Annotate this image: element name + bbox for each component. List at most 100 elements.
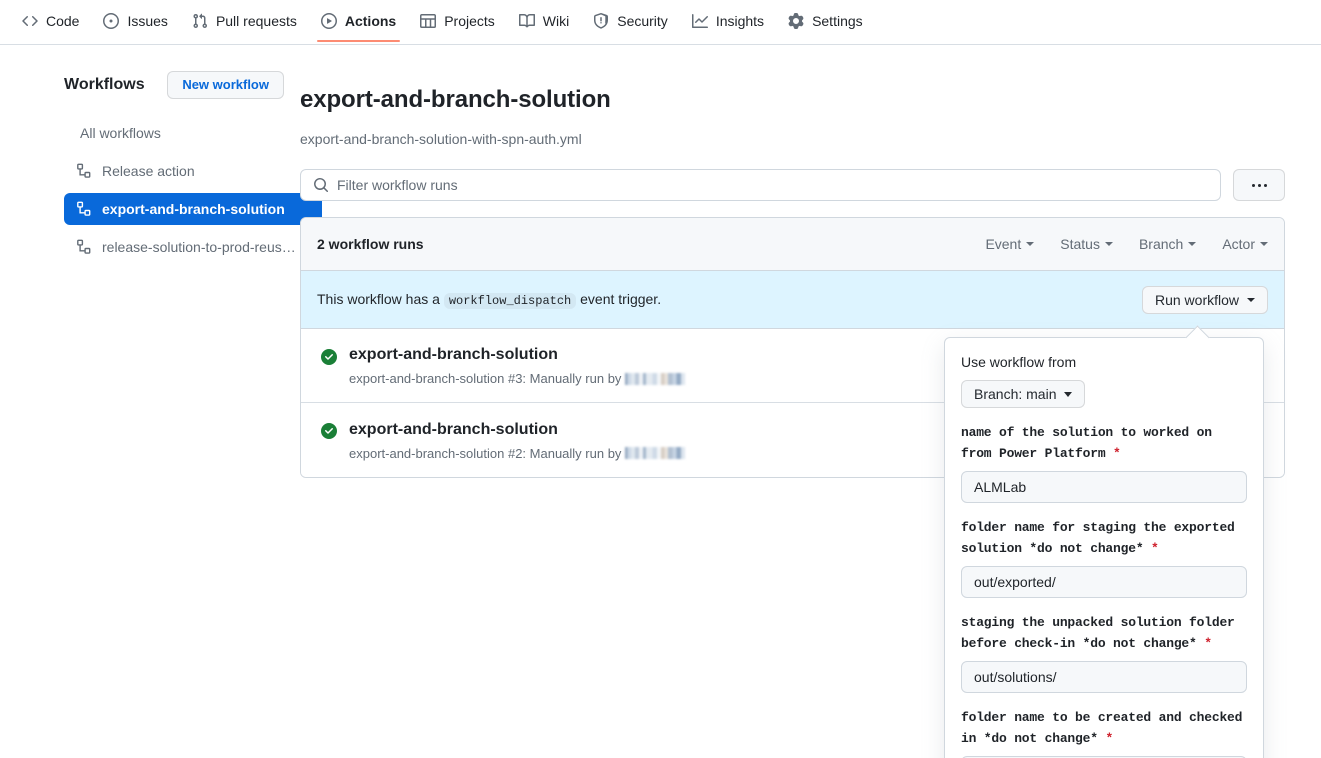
workflows-title: Workflows: [64, 76, 145, 93]
workflows-sidebar: Workflows New workflow All workflows Rel…: [0, 69, 322, 478]
filter-branch-label: Branch: [1138, 236, 1184, 253]
run-main: export-and-branch-solution export-and-br…: [349, 420, 686, 461]
page-title: export-and-branch-solution: [300, 86, 611, 114]
nav-item-security[interactable]: Security: [581, 0, 680, 42]
unpacked-folder-input[interactable]: [961, 661, 1247, 693]
workflow-input-field: staging the unpacked solution folder bef…: [961, 612, 1247, 693]
check-circle-fill-icon: [321, 348, 337, 365]
field-label: name of the solution to worked on from P…: [961, 422, 1247, 464]
workflow-input-field: folder name for staging the exported sol…: [961, 517, 1247, 598]
run-workflow-popover: Use workflow from Branch: main name of t…: [944, 337, 1264, 758]
graph-icon: [691, 13, 708, 29]
check-circle-fill-icon: [321, 423, 337, 440]
nav-item-label: Issues: [127, 13, 168, 29]
run-workflow-dropdown-button[interactable]: Run workflow: [1141, 285, 1268, 314]
book-icon: [518, 13, 535, 29]
run-subtitle-text: export-and-branch-solution #3: Manually …: [349, 371, 622, 387]
nav-item-issues[interactable]: Issues: [91, 0, 179, 42]
nav-item-label: Wiki: [542, 13, 570, 29]
dispatch-text-before: This workflow has a: [317, 291, 440, 308]
sidebar-item-label: release-solution-to-prod-reus…: [102, 239, 296, 255]
sidebar-item-label: Release action: [102, 163, 195, 179]
filter-workflow-runs-field[interactable]: [300, 169, 1221, 202]
exported-folder-input[interactable]: [961, 566, 1247, 598]
nav-item-insights[interactable]: Insights: [680, 0, 776, 42]
required-asterisk: *: [1113, 446, 1121, 461]
field-label-text: name of the solution to worked on from P…: [961, 425, 1212, 461]
chevron-down-icon: [1026, 242, 1035, 247]
chevron-down-icon: [1064, 391, 1073, 397]
filter-event[interactable]: Event: [985, 236, 1035, 253]
filter-branch[interactable]: Branch: [1138, 236, 1197, 253]
actor-redacted: [625, 372, 686, 385]
run-workflow-button-label: Run workflow: [1154, 291, 1239, 308]
run-subtitle: export-and-branch-solution #2: Manually …: [349, 445, 686, 461]
nav-item-projects[interactable]: Projects: [408, 0, 507, 42]
issue-opened-icon: [103, 13, 120, 29]
chevron-down-icon: [1188, 242, 1197, 247]
nav-item-pull-requests[interactable]: Pull requests: [180, 0, 309, 42]
workflow-runs-count: 2 workflow runs: [317, 236, 424, 253]
nav-item-wiki[interactable]: Wiki: [507, 0, 581, 42]
search-input[interactable]: [337, 170, 1208, 201]
sidebar-item-release-solution-to-prod[interactable]: release-solution-to-prod-reus…: [64, 231, 322, 263]
dispatch-text-after: event trigger.: [580, 291, 662, 308]
workflow-icon: [76, 239, 92, 255]
sidebar-header: Workflows New workflow: [64, 69, 300, 101]
filter-status-label: Status: [1060, 236, 1100, 253]
repo-nav: Code Issues Pull requests Actions Projec…: [0, 0, 1321, 45]
run-subtitle-text: export-and-branch-solution #2: Manually …: [349, 445, 622, 461]
workflow-dispatch-banner: This workflow has a workflow_dispatch ev…: [301, 271, 1284, 330]
field-label-text: folder name to be created and checked in…: [961, 710, 1243, 746]
filter-status[interactable]: Status: [1060, 236, 1113, 252]
nav-item-label: Projects: [444, 13, 495, 29]
filter-actor-label: Actor: [1222, 236, 1255, 253]
required-asterisk: *: [1204, 636, 1212, 651]
workflow-input-field: name of the solution to worked on from P…: [961, 422, 1247, 503]
runs-filters: Event Status Branch Actor: [985, 236, 1268, 252]
field-label: folder name for staging the exported sol…: [961, 517, 1247, 559]
nav-item-actions[interactable]: Actions: [309, 0, 408, 42]
required-asterisk: *: [1105, 731, 1114, 746]
run-title[interactable]: export-and-branch-solution: [349, 420, 685, 441]
nav-item-label: Insights: [715, 13, 765, 29]
workflow-icon: [76, 163, 92, 179]
nav-item-code[interactable]: Code: [10, 0, 91, 42]
workflow-filename: export-and-branch-solution-with-spn-auth…: [300, 131, 582, 148]
solution-name-input[interactable]: [961, 471, 1247, 503]
field-label: folder name to be created and checked in…: [961, 707, 1247, 749]
run-title[interactable]: export-and-branch-solution: [349, 345, 685, 366]
sidebar-item-label: export-and-branch-solution: [102, 201, 285, 217]
sidebar-item-release-action[interactable]: Release action: [64, 155, 322, 187]
dispatch-event-code: workflow_dispatch: [443, 293, 577, 310]
field-label-text: folder name for staging the exported sol…: [961, 520, 1235, 556]
runs-toolbar: 2 workflow runs Event Status Branch Acto…: [301, 218, 1284, 272]
run-subtitle: export-and-branch-solution #3: Manually …: [349, 371, 686, 387]
sidebar-item-all-workflows[interactable]: All workflows: [64, 117, 322, 149]
table-icon: [420, 13, 437, 29]
dispatch-banner-text: This workflow has a workflow_dispatch ev…: [317, 291, 662, 310]
nav-item-label: Actions: [344, 13, 397, 29]
page-body: Workflows New workflow All workflows Rel…: [0, 45, 1321, 758]
shield-icon: [593, 13, 609, 29]
workflow-input-field: folder name to be created and checked in…: [961, 707, 1247, 758]
actor-redacted: [625, 447, 686, 460]
required-asterisk: *: [1151, 541, 1159, 556]
chevron-down-icon: [1247, 297, 1255, 302]
search-icon: [313, 177, 329, 193]
filter-event-label: Event: [985, 236, 1022, 253]
code-icon: [22, 13, 38, 29]
branch-select-button[interactable]: Branch: main: [961, 380, 1086, 408]
nav-item-label: Pull requests: [215, 13, 297, 29]
gear-icon: [788, 13, 804, 29]
chevron-down-icon: [1104, 242, 1113, 247]
kebab-horizontal-icon[interactable]: [1233, 169, 1285, 202]
field-label-text: staging the unpacked solution folder bef…: [961, 615, 1235, 651]
chevron-down-icon: [1260, 242, 1268, 247]
nav-item-label: Security: [617, 13, 668, 29]
nav-item-settings[interactable]: Settings: [776, 0, 875, 42]
filter-actor[interactable]: Actor: [1222, 236, 1268, 252]
new-workflow-button[interactable]: New workflow: [167, 71, 284, 99]
play-icon: [320, 13, 337, 29]
sidebar-item-export-and-branch-solution[interactable]: export-and-branch-solution: [64, 193, 322, 225]
